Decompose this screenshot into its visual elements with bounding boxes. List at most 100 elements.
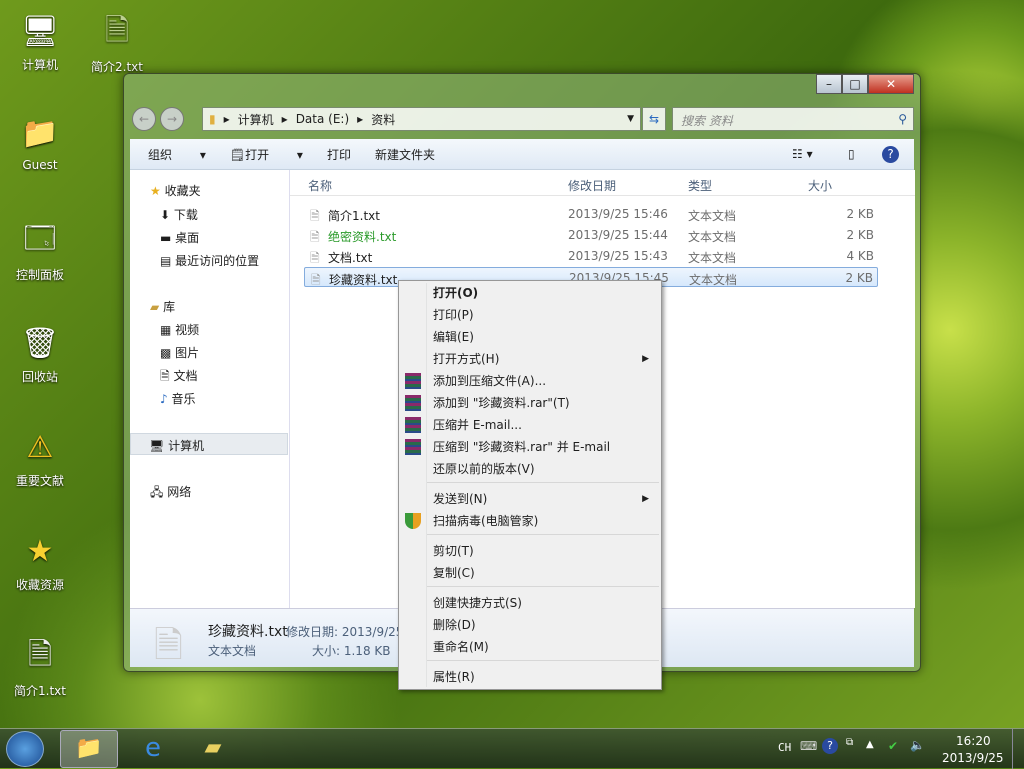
language-indicator[interactable]: CH xyxy=(778,741,791,754)
keyboard-icon[interactable]: ⌨ xyxy=(800,739,817,753)
taskbar-library[interactable]: ▰ xyxy=(184,730,242,768)
minimize-button[interactable]: – xyxy=(816,74,842,94)
refresh-button[interactable]: ⇆ xyxy=(642,107,666,131)
nav-desktop[interactable]: ▬ 桌面 xyxy=(160,229,199,246)
new-folder-button[interactable]: 新建文件夹 xyxy=(375,146,435,163)
menu-item-restore-versions[interactable]: 还原以前的版本(V) xyxy=(433,458,659,480)
file-name: 珍藏资料.txt xyxy=(329,273,398,287)
nav-pictures[interactable]: ▩ 图片 xyxy=(160,344,199,361)
address-bar[interactable]: ▮ ▸ 计算机 ▸ Data (E:) ▸ 资料 ▼ xyxy=(202,107,641,131)
search-input[interactable]: 搜索 资料 ⚲ xyxy=(672,107,914,131)
menu-item-add-to-archive[interactable]: 添加到压缩文件(A)... xyxy=(405,370,659,392)
computer-icon: 🖥 xyxy=(20,13,60,49)
column-date[interactable]: 修改日期 xyxy=(568,177,616,194)
menu-item-create-shortcut[interactable]: 创建快捷方式(S) xyxy=(433,592,659,614)
file-row[interactable]: 🗎 文档.txt 2013/9/25 15:43 文本文档 4 KB xyxy=(304,246,878,266)
text-file-icon: 🗎 xyxy=(311,273,321,287)
file-name: 绝密资料.txt xyxy=(328,230,397,244)
nav-favorites[interactable]: ★ 收藏夹 xyxy=(150,182,201,199)
menu-item-properties[interactable]: 属性(R) xyxy=(433,666,659,688)
desktop-icon-important-docs[interactable]: ⚠ 重要文献 xyxy=(5,426,75,489)
menu-item-edit[interactable]: 编辑(E) xyxy=(433,326,659,348)
ime-icon[interactable]: ⧉ xyxy=(846,737,853,748)
network-icon: 🖧 xyxy=(150,485,164,499)
file-row[interactable]: 🗎 绝密资料.txt 2013/9/25 15:44 文本文档 2 KB xyxy=(304,225,878,245)
organize-button[interactable]: 组织 ▾ xyxy=(148,146,206,163)
open-button[interactable]: 🗒打开 ▾ xyxy=(230,146,303,163)
file-date: 2013/9/25 15:43 xyxy=(568,249,668,263)
nav-music[interactable]: ♪ 音乐 xyxy=(160,390,196,407)
desktop-icon-control-panel[interactable]: 🗔 控制面板 xyxy=(5,220,75,283)
menu-separator xyxy=(427,482,659,483)
close-button[interactable]: ✕ xyxy=(868,74,914,94)
file-size: 2 KB xyxy=(846,228,874,242)
column-type[interactable]: 类型 xyxy=(688,177,712,194)
desktop-icon-intro1[interactable]: 🗎 简介1.txt xyxy=(5,636,75,699)
menu-item-open[interactable]: 打开(O) xyxy=(433,282,659,304)
navigation-pane: ★ 收藏夹 ⬇ 下载 ▬ 桌面 ▤ 最近访问的位置 ▰ 库 ▦ 视频 ▩ 图片 … xyxy=(130,170,290,608)
menu-item-compress-email[interactable]: 压缩并 E-mail... xyxy=(405,414,659,436)
help-icon[interactable]: ? xyxy=(822,738,838,754)
nav-downloads[interactable]: ⬇ 下载 xyxy=(160,206,198,223)
breadcrumb-computer[interactable]: 计算机 xyxy=(238,111,274,128)
show-hidden-icons[interactable]: ▲ xyxy=(866,739,874,750)
file-date: 2013/9/25 15:46 xyxy=(568,207,668,221)
nav-computer[interactable]: 🖥 计算机 xyxy=(130,433,288,455)
file-row[interactable]: 🗎 简介1.txt 2013/9/25 15:46 文本文档 2 KB xyxy=(304,204,878,224)
taskbar: 📁 e ▰ CH ⌨ ? ⧉ ▲ ✔ 🔈 16:20 2013/9/25 xyxy=(0,728,1024,769)
menu-item-open-with[interactable]: 打开方式(H) ▶ xyxy=(433,348,659,370)
clock-date[interactable]: 2013/9/25 xyxy=(942,751,1004,765)
taskbar-ie[interactable]: e xyxy=(124,730,182,768)
user-folder-icon: 📁 xyxy=(21,115,59,151)
back-button[interactable]: ← xyxy=(132,107,156,131)
menu-item-copy[interactable]: 复制(C) xyxy=(433,562,659,584)
winrar-icon xyxy=(405,373,421,389)
column-name[interactable]: 名称 xyxy=(308,177,332,194)
context-menu: 打开(O) 打印(P) 编辑(E) 打开方式(H) ▶ 添加到压缩文件(A)... 添加到 … xyxy=(398,280,662,690)
desktop-icon-guest[interactable]: 📁 Guest xyxy=(5,112,75,173)
action-center-icon[interactable]: ✔ xyxy=(888,739,898,753)
menu-item-cut[interactable]: 剪切(T) xyxy=(433,540,659,562)
control-panel-icon: 🗔 xyxy=(23,220,57,256)
forward-button[interactable]: → xyxy=(160,107,184,131)
nav-network[interactable]: 🖧 网络 xyxy=(150,483,191,504)
file-size: 4 KB xyxy=(846,249,874,263)
column-size[interactable]: 大小 xyxy=(808,177,832,194)
menu-item-send-to[interactable]: 发送到(N) ▶ xyxy=(433,488,659,510)
start-button[interactable] xyxy=(6,731,44,767)
volume-icon[interactable]: 🔈 xyxy=(910,738,925,752)
show-desktop-button[interactable] xyxy=(1012,729,1024,769)
file-thumbnail-icon: 🗎 xyxy=(154,625,183,666)
text-file-icon: 🗎 xyxy=(104,12,130,48)
menu-item-delete[interactable]: 删除(D) xyxy=(433,614,659,636)
desktop-icon-intro2[interactable]: 🗎 简介2.txt xyxy=(82,12,152,75)
desktop-icon-recycle-bin[interactable]: 🗑 回收站 xyxy=(5,322,75,385)
desktop-icon-favorites[interactable]: ★ 收藏资源 xyxy=(5,530,75,593)
menu-item-add-to-rar[interactable]: 添加到 "珍藏资料.rar"(T) xyxy=(405,392,659,414)
folder-icon: ▮ xyxy=(209,112,216,126)
help-icon[interactable]: ? xyxy=(882,145,899,163)
nav-videos[interactable]: ▦ 视频 xyxy=(160,321,199,338)
menu-separator xyxy=(427,586,659,587)
maximize-button[interactable]: □ xyxy=(842,74,868,94)
address-dropdown-icon[interactable]: ▼ xyxy=(627,114,634,124)
file-size: 2 KB xyxy=(846,207,874,221)
preview-pane-icon[interactable]: ▯ xyxy=(848,147,855,161)
document-icon: 🗎 xyxy=(160,369,170,383)
breadcrumb-drive[interactable]: Data (E:) xyxy=(296,112,349,126)
menu-item-compress-rar-email[interactable]: 压缩到 "珍藏资料.rar" 并 E-mail xyxy=(405,436,659,458)
breadcrumb-folder[interactable]: 资料 xyxy=(371,111,395,128)
menu-item-rename[interactable]: 重命名(M) xyxy=(433,636,659,658)
nav-recent[interactable]: ▤ 最近访问的位置 xyxy=(160,252,259,269)
view-options-icon[interactable]: ☷ ▾ xyxy=(792,147,813,161)
menu-item-print[interactable]: 打印(P) xyxy=(433,304,659,326)
print-button[interactable]: 打印 xyxy=(327,146,351,163)
taskbar-explorer[interactable]: 📁 xyxy=(60,730,118,768)
nav-documents[interactable]: 🗎 文档 xyxy=(160,367,198,388)
desktop-icon-computer[interactable]: 🖥 计算机 xyxy=(5,10,75,73)
recycle-bin-icon: 🗑 xyxy=(20,325,60,361)
clock-time[interactable]: 16:20 xyxy=(956,734,991,748)
winrar-icon xyxy=(405,439,421,455)
nav-libraries[interactable]: ▰ 库 xyxy=(150,298,175,315)
menu-item-scan-virus[interactable]: 扫描病毒(电脑管家) xyxy=(405,510,659,532)
